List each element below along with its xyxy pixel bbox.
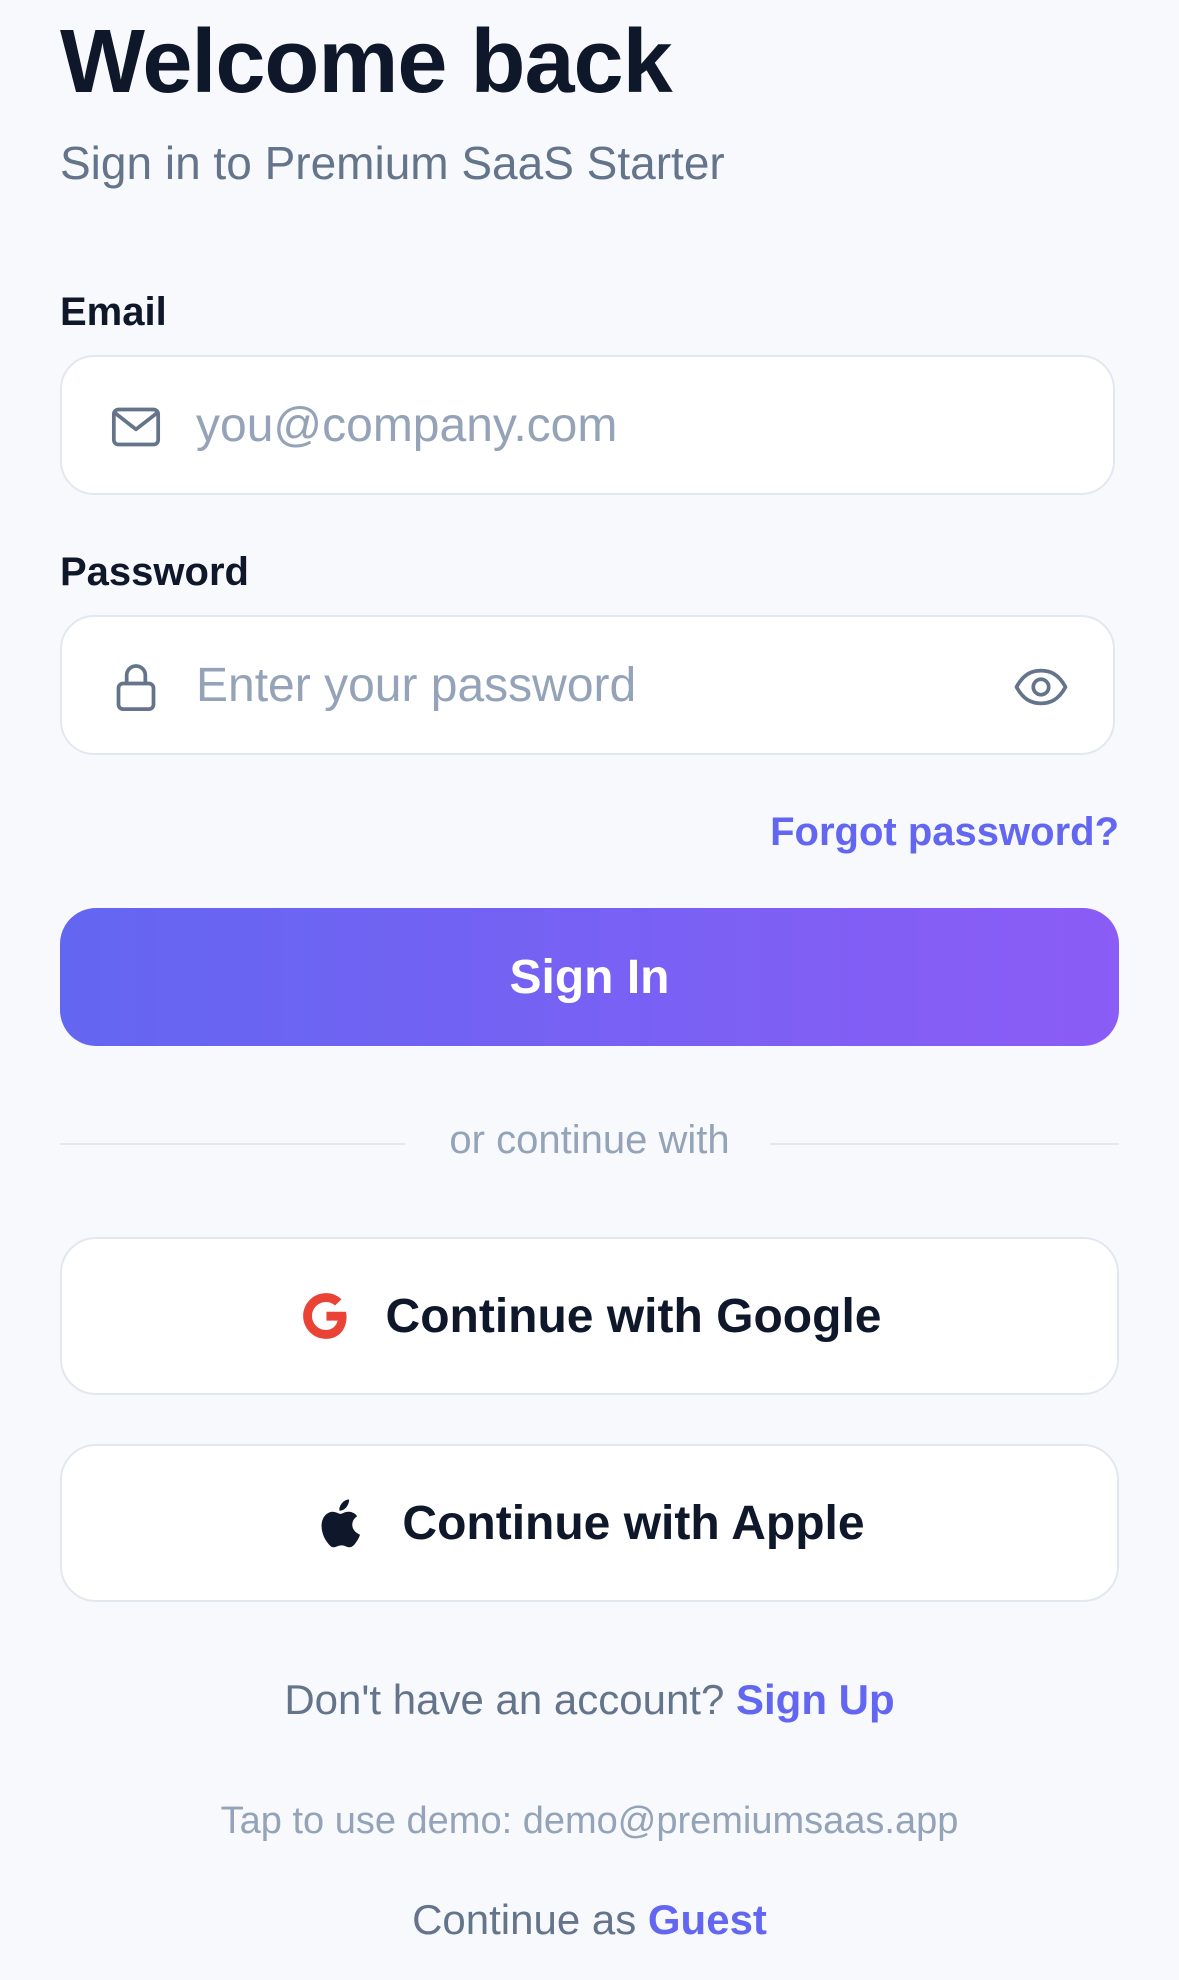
demo-credentials-hint[interactable]: Tap to use demo: demo@premiumsaas.app [0, 1800, 1179, 1843]
email-input[interactable] [196, 357, 1016, 493]
apple-button-label: Continue with Apple [402, 1496, 865, 1550]
divider-label: or continue with [449, 1118, 730, 1162]
forgot-password-link[interactable]: Forgot password? [770, 810, 1119, 855]
apple-icon [321, 1499, 361, 1548]
email-label: Email [60, 290, 167, 334]
guest-row: Continue as Guest [0, 1896, 1179, 1944]
google-button-label: Continue with Google [385, 1289, 882, 1343]
lock-icon [116, 664, 156, 712]
sign-up-link[interactable]: Sign Up [736, 1676, 895, 1723]
divider-line-right [770, 1143, 1119, 1145]
sign-in-label: Sign In [509, 950, 670, 1004]
page-subtitle: Sign in to Premium SaaS Starter [60, 137, 725, 189]
google-icon [302, 1293, 347, 1339]
guest-prompt: Continue as [412, 1896, 637, 1943]
google-sign-in-button[interactable]: Continue with Google [60, 1237, 1119, 1395]
guest-link[interactable]: Guest [648, 1896, 767, 1943]
password-input[interactable] [196, 617, 1016, 753]
signup-prompt: Don't have an account? [284, 1676, 725, 1723]
page-title: Welcome back [60, 12, 673, 112]
eye-icon[interactable] [1011, 659, 1071, 715]
sign-in-button[interactable]: Sign In [60, 908, 1119, 1046]
password-field-container[interactable] [60, 615, 1115, 755]
password-label: Password [60, 550, 249, 594]
apple-sign-in-button[interactable]: Continue with Apple [60, 1444, 1119, 1602]
signup-row: Don't have an account? Sign Up [0, 1676, 1179, 1724]
email-field-container[interactable] [60, 355, 1115, 495]
mail-icon [111, 407, 161, 447]
